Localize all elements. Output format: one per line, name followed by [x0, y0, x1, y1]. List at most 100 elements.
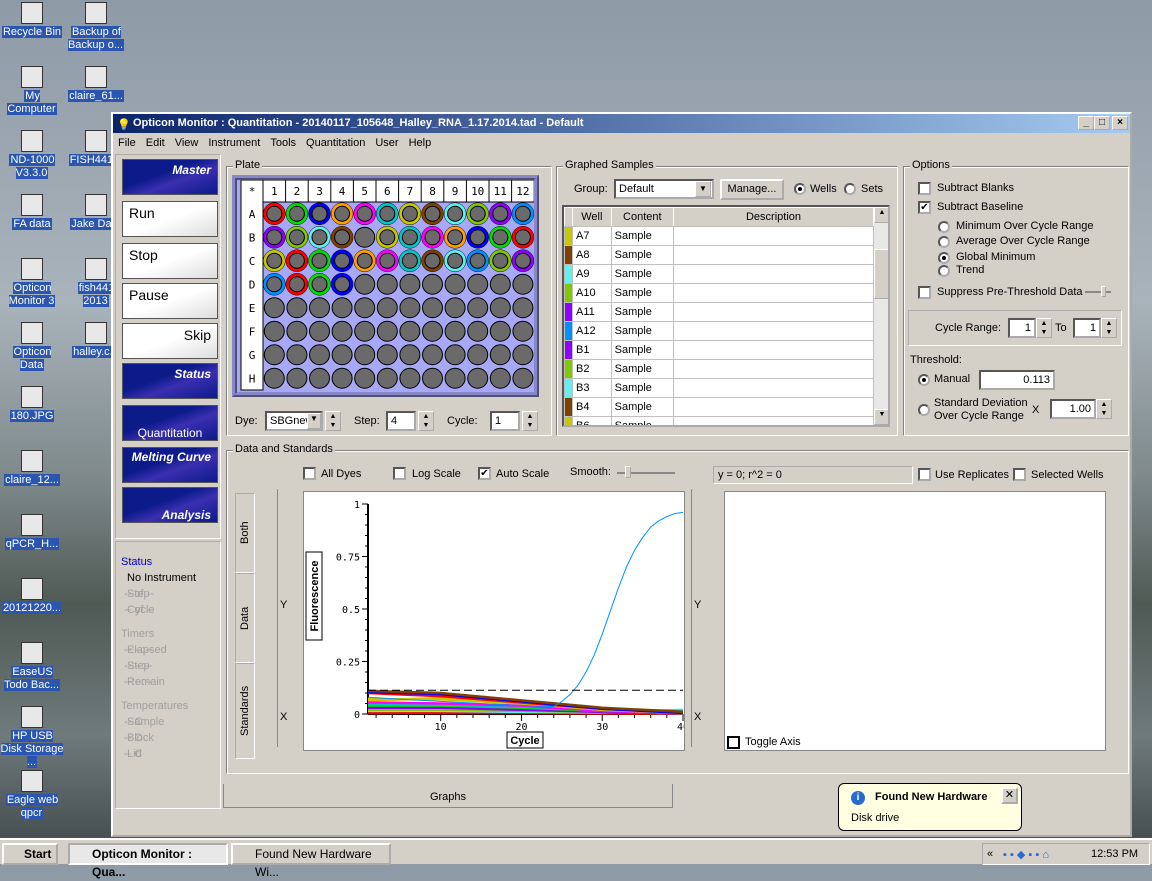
well-E5[interactable] [354, 297, 376, 319]
well-C11[interactable] [492, 252, 509, 269]
well-C3[interactable] [311, 252, 328, 269]
tab-both[interactable]: Both [235, 493, 255, 573]
well-H2[interactable] [286, 367, 308, 389]
menu-quantitation[interactable]: Quantitation [306, 137, 365, 149]
well-C6[interactable] [379, 252, 396, 269]
scroll-down-arrow[interactable]: ▼ [874, 409, 888, 425]
desktop-icon[interactable]: ND-1000 V3.3.0 [0, 130, 64, 180]
cycle-spinner[interactable]: ▲ ▼ [522, 411, 538, 431]
threshold-input[interactable]: 0.113 [979, 370, 1055, 390]
well-E10[interactable] [467, 297, 489, 319]
well-B4[interactable] [334, 229, 351, 246]
nav-melting-curve[interactable]: Melting Curve [122, 447, 218, 483]
table-row[interactable]: B4 Sample [564, 397, 874, 417]
plate-column-header[interactable]: 3 [316, 185, 323, 198]
well-E1[interactable] [263, 297, 285, 319]
desktop-icon[interactable]: qPCR_H... [0, 514, 64, 551]
well-G10[interactable] [467, 344, 489, 366]
taskbar-item-hardware[interactable]: Found New Hardware Wi... [231, 843, 391, 879]
well-G6[interactable] [376, 344, 398, 366]
well-H7[interactable] [399, 367, 421, 389]
well-G2[interactable] [286, 344, 308, 366]
well-D5[interactable] [354, 273, 376, 295]
well-C1[interactable] [266, 252, 283, 269]
scroll-up-arrow[interactable]: ▲ [874, 207, 888, 223]
well-B5[interactable] [354, 226, 376, 248]
well-G9[interactable] [444, 344, 466, 366]
suppress-slider[interactable] [1085, 286, 1111, 297]
tray-icons[interactable]: ▪ ▪ ◆ ▪ ▪ ⌂ [1003, 848, 1083, 861]
tray-chevron[interactable]: « [987, 848, 993, 860]
nav-quantitation[interactable]: Quantitation [122, 405, 218, 441]
well-D1[interactable] [266, 276, 283, 293]
cycle-range-from[interactable]: 1 [1008, 318, 1036, 338]
well-F5[interactable] [354, 320, 376, 342]
well-G1[interactable] [263, 344, 285, 366]
menu-view[interactable]: View [175, 137, 199, 149]
well-H8[interactable] [422, 367, 443, 389]
well-G5[interactable] [354, 344, 376, 366]
subtract-blanks-checkbox[interactable] [918, 182, 931, 195]
table-row[interactable]: A7 Sample [564, 226, 874, 246]
well-G12[interactable] [512, 344, 534, 366]
well-B12[interactable] [514, 229, 531, 246]
well-A11[interactable] [492, 205, 509, 222]
plate-column-header[interactable]: 7 [407, 185, 414, 198]
well-H4[interactable] [331, 367, 353, 389]
scroll-thumb[interactable] [874, 249, 888, 299]
desktop-icon[interactable]: Opticon Monitor 3 [0, 258, 64, 308]
plate-row-header[interactable]: E [249, 302, 256, 315]
well-D9[interactable] [444, 273, 466, 295]
column-header[interactable]: Well [572, 207, 612, 227]
plate-column-header[interactable]: 1 [271, 185, 278, 198]
well-G11[interactable] [489, 344, 511, 366]
well-H12[interactable] [512, 367, 534, 389]
well-B11[interactable] [492, 229, 509, 246]
well-H6[interactable] [376, 367, 398, 389]
plate-row-header[interactable]: A [249, 208, 256, 221]
well-D8[interactable] [422, 273, 443, 295]
standard-curve-chart[interactable]: Toggle Axis [724, 491, 1106, 751]
desktop-icon[interactable]: 180.JPG [0, 386, 64, 423]
column-header[interactable]: Description [673, 207, 874, 227]
y-zoom-slider-left[interactable]: YX [277, 489, 293, 747]
log-scale-checkbox[interactable] [393, 467, 406, 480]
global-minimum-radio[interactable] [938, 252, 950, 264]
plate-row-header[interactable]: C [249, 255, 256, 268]
well-C10[interactable] [469, 252, 486, 269]
smooth-slider[interactable] [617, 466, 675, 478]
stddev-radio[interactable] [918, 404, 930, 416]
well-B7[interactable] [401, 229, 418, 246]
well-F1[interactable] [263, 320, 285, 342]
nav-status[interactable]: Status [122, 363, 218, 399]
well-E4[interactable] [331, 297, 353, 319]
from-spinner[interactable]: ▲ ▼ [1036, 318, 1052, 338]
plate-column-header[interactable]: 9 [452, 185, 459, 198]
well-A3[interactable] [311, 205, 328, 222]
desktop-icon[interactable]: claire_12... [0, 450, 64, 487]
to-spinner[interactable]: ▲ ▼ [1101, 318, 1117, 338]
table-row[interactable]: A10 Sample [564, 283, 874, 303]
well-H11[interactable] [489, 367, 511, 389]
maximize-button[interactable]: □ [1094, 116, 1110, 130]
well-F4[interactable] [331, 320, 353, 342]
menu-edit[interactable]: Edit [146, 137, 165, 149]
plate-column-header[interactable]: 8 [429, 185, 436, 198]
table-row[interactable]: B3 Sample [564, 378, 874, 398]
well-F10[interactable] [467, 320, 489, 342]
amplification-chart[interactable]: 0 0.25 0.5 0.75 1 10 20 30 40 Fluorescence Cycle [303, 491, 685, 751]
minimize-button[interactable]: _ [1078, 116, 1094, 130]
nav-master[interactable]: Master [122, 159, 218, 195]
desktop-icon[interactable]: Opticon Data [0, 322, 64, 372]
dye-spinner[interactable]: ▲ ▼ [325, 411, 341, 431]
well-A6[interactable] [379, 205, 396, 222]
well-B6[interactable] [379, 229, 396, 246]
well-D2[interactable] [288, 276, 305, 293]
well-E9[interactable] [444, 297, 466, 319]
plate-column-header[interactable]: 11 [494, 185, 507, 198]
plate-row-header[interactable]: G [249, 349, 256, 362]
well-B2[interactable] [288, 229, 305, 246]
all-dyes-checkbox[interactable] [303, 467, 316, 480]
well-D11[interactable] [489, 273, 511, 295]
well-E7[interactable] [399, 297, 421, 319]
